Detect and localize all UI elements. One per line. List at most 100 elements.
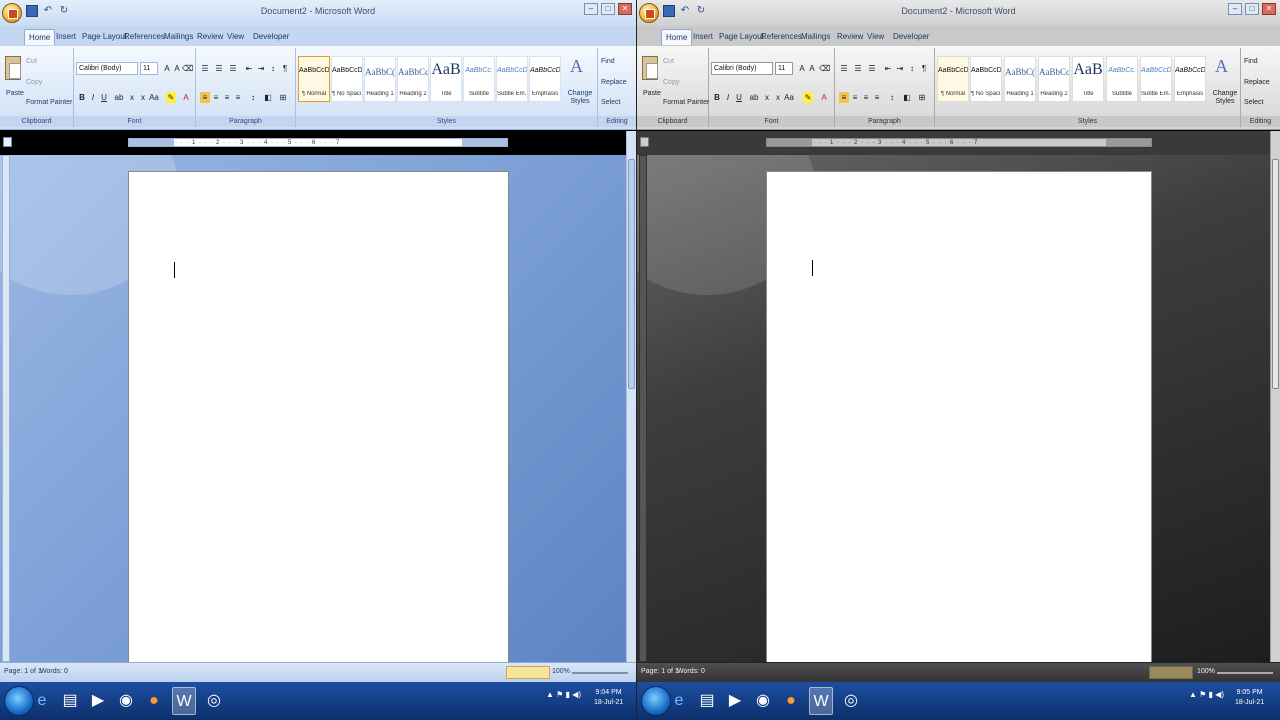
media-player-icon[interactable]: ▶ — [723, 687, 747, 715]
style-normal[interactable]: AaBbCcDc ¶ Normal — [298, 56, 330, 102]
strikethrough-icon[interactable]: ab — [749, 92, 759, 103]
tab-insert[interactable]: Insert — [689, 29, 717, 45]
find-button[interactable]: Find — [1244, 58, 1258, 65]
line-spacing-icon[interactable]: ↕ — [248, 92, 258, 103]
tab-view[interactable]: View — [223, 29, 248, 45]
change-styles-button[interactable]: A Change Styles — [562, 48, 596, 114]
style-subtitle[interactable]: AaBbCc. Subtitle — [1106, 56, 1138, 102]
increase-indent-icon[interactable]: ⇥ — [256, 63, 266, 74]
highlight-icon[interactable]: ✎ — [803, 92, 813, 103]
tab-mailings[interactable]: Mailings — [797, 29, 834, 45]
subscript-icon[interactable]: x — [762, 92, 772, 103]
ie-icon[interactable]: e — [30, 687, 54, 715]
folder-icon[interactable]: ▤ — [58, 687, 82, 715]
change-styles-button[interactable]: A Change Styles — [1207, 48, 1241, 114]
font-color-icon[interactable]: A — [819, 92, 829, 103]
document-page[interactable] — [128, 171, 509, 662]
highlight-icon[interactable]: ✎ — [166, 92, 176, 103]
chrome-icon[interactable]: ◉ — [114, 687, 138, 715]
shrink-font-icon[interactable]: A — [807, 63, 817, 74]
word-count[interactable]: Words: 0 — [677, 668, 705, 675]
horizontal-ruler[interactable]: · · · 1 · · · 2 · · · 3 · · · 4 · · · 5 … — [766, 138, 1152, 147]
maximize-button[interactable]: □ — [601, 3, 615, 15]
vertical-scrollbar[interactable] — [1270, 131, 1280, 662]
firefox-icon[interactable]: ● — [142, 687, 166, 715]
copy-button[interactable]: Copy — [26, 79, 42, 86]
grow-font-icon[interactable]: A — [162, 63, 172, 74]
page-count[interactable]: Page: 1 of 1 — [641, 668, 679, 675]
minimize-button[interactable]: – — [1228, 3, 1242, 15]
paste-label[interactable]: Paste — [643, 90, 661, 97]
zoom-level[interactable]: 100% — [552, 668, 570, 675]
style-no-spacing[interactable]: AaBbCcDc ¶ No Spaci... — [331, 56, 363, 102]
tab-view[interactable]: View — [863, 29, 888, 45]
folder-icon[interactable]: ▤ — [695, 687, 719, 715]
align-right-icon[interactable]: ≡ — [222, 92, 232, 103]
paste-icon[interactable] — [642, 56, 658, 80]
italic-icon[interactable]: I — [88, 92, 98, 103]
bullets-icon[interactable]: ☰ — [200, 63, 210, 74]
view-buttons[interactable] — [1149, 666, 1193, 679]
scroll-thumb[interactable] — [1272, 159, 1279, 389]
tab-selector-icon[interactable] — [640, 137, 649, 147]
underline-icon[interactable]: U — [734, 92, 744, 103]
grow-font-icon[interactable]: A — [797, 63, 807, 74]
bullets-icon[interactable]: ☰ — [839, 63, 849, 74]
style-emphasis[interactable]: AaBbCcDc Emphasis — [1174, 56, 1206, 102]
align-left-icon[interactable]: ≡ — [200, 92, 210, 103]
bold-icon[interactable]: B — [712, 92, 722, 103]
style-title[interactable]: AaB Title — [1072, 56, 1104, 102]
style-subtle-emphasis[interactable]: AaBbCcDc Subtle Em... — [496, 56, 528, 102]
underline-icon[interactable]: U — [99, 92, 109, 103]
horizontal-ruler[interactable]: · · · 1 · · · 2 · · · 3 · · · 4 · · · 5 … — [128, 138, 508, 147]
sort-icon[interactable]: ↕ — [268, 63, 278, 74]
style-heading-1[interactable]: AaBbC(Heading 1 — [1004, 56, 1036, 102]
clock[interactable]: 9:05 PM 18-Jul-21 — [1235, 688, 1264, 708]
sort-icon[interactable]: ↕ — [907, 63, 917, 74]
justify-icon[interactable]: ≡ — [872, 92, 882, 103]
subscript-icon[interactable]: x — [127, 92, 137, 103]
close-button[interactable]: ✕ — [618, 3, 632, 15]
minimize-button[interactable]: – — [584, 3, 598, 15]
clear-format-icon[interactable]: ⌫ — [819, 63, 830, 74]
style-subtle-emphasis[interactable]: AaBbCcDc Subtle Em... — [1140, 56, 1172, 102]
numbering-icon[interactable]: ☰ — [214, 63, 224, 74]
replace-button[interactable]: Replace — [1244, 79, 1270, 86]
style-title[interactable]: AaB Title — [430, 56, 462, 102]
bold-icon[interactable]: B — [77, 92, 87, 103]
style-emphasis[interactable]: AaBbCcDc Emphasis — [529, 56, 561, 102]
chrome-icon[interactable]: ◉ — [751, 687, 775, 715]
document-page[interactable] — [766, 171, 1152, 662]
style-no-spacing[interactable]: AaBbCcDc ¶ No Spaci... — [970, 56, 1002, 102]
scroll-thumb[interactable] — [628, 159, 635, 389]
align-center-icon[interactable]: ≡ — [850, 92, 860, 103]
format-painter-button[interactable]: Format Painter — [663, 99, 709, 106]
cut-button[interactable]: Cut — [663, 58, 674, 65]
align-right-icon[interactable]: ≡ — [861, 92, 871, 103]
vertical-ruler[interactable] — [639, 155, 647, 662]
font-name-select[interactable]: Calibri (Body) — [76, 62, 138, 75]
ie-icon[interactable]: e — [667, 687, 691, 715]
app-taskbar-icon[interactable]: ◎ — [202, 687, 226, 715]
decrease-indent-icon[interactable]: ⇤ — [244, 63, 254, 74]
style-heading-2[interactable]: AaBbCc Heading 2 — [1038, 56, 1070, 102]
close-button[interactable]: ✕ — [1262, 3, 1276, 15]
strikethrough-icon[interactable]: ab — [114, 92, 124, 103]
zoom-level[interactable]: 100% — [1197, 668, 1215, 675]
change-case-icon[interactable]: Aa — [149, 92, 159, 103]
font-size-select[interactable]: 11 — [775, 62, 793, 75]
tab-selector-icon[interactable] — [3, 137, 12, 147]
justify-icon[interactable]: ≡ — [233, 92, 243, 103]
maximize-button[interactable]: □ — [1245, 3, 1259, 15]
show-marks-icon[interactable]: ¶ — [280, 63, 290, 74]
style-subtitle[interactable]: AaBbCc. Subtitle — [463, 56, 495, 102]
show-marks-icon[interactable]: ¶ — [919, 63, 929, 74]
font-color-icon[interactable]: A — [181, 92, 191, 103]
cut-button[interactable]: Cut — [26, 58, 37, 65]
word-taskbar-icon[interactable]: W — [172, 687, 196, 715]
increase-indent-icon[interactable]: ⇥ — [895, 63, 905, 74]
page-count[interactable]: Page: 1 of 1 — [4, 668, 42, 675]
style-heading-2[interactable]: AaBbCc Heading 2 — [397, 56, 429, 102]
select-button[interactable]: Select — [1244, 99, 1263, 106]
clear-format-icon[interactable]: ⌫ — [182, 63, 193, 74]
